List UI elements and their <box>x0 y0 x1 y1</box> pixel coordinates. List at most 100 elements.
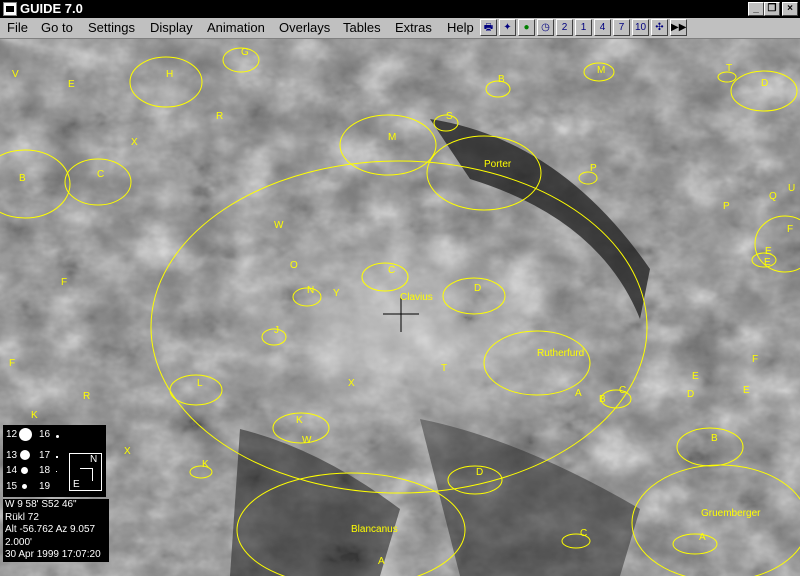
map-canvas[interactable]: Clavius Porter Rutherfurd Blancanus Grue… <box>0 39 800 576</box>
legend-dot-13 <box>20 450 30 460</box>
menu-animation[interactable]: Animation <box>207 20 265 35</box>
menu-goto[interactable]: Go to <box>41 20 73 35</box>
label-crater-e: E <box>743 385 750 396</box>
menu-extras[interactable]: Extras <box>395 20 432 35</box>
label-blancanus: Blancanus <box>351 524 398 535</box>
field-of-view: 2.000' <box>5 536 32 548</box>
lunar-map-view[interactable]: Clavius Porter Rutherfurd Blancanus Grue… <box>0 39 800 576</box>
label-crater-y: Y <box>333 288 340 299</box>
title-bar: GUIDE 7.0 _ ❐ × <box>0 0 800 18</box>
label-crater-a: A <box>699 532 706 543</box>
label-crater-g: G <box>241 47 249 58</box>
label-crater-k: K <box>202 459 209 470</box>
date-time: 30 Apr 1999 17:07:20 <box>5 549 101 560</box>
menu-file[interactable]: File <box>7 20 28 35</box>
label-crater-b: B <box>599 394 606 405</box>
label-rutherfurd: Rutherfurd <box>537 348 584 359</box>
planet-icon[interactable]: ● <box>518 19 535 36</box>
label-crater-f: F <box>61 277 67 288</box>
label-crater-m: M <box>388 132 396 143</box>
label-crater-e: E <box>765 246 772 257</box>
legend-mag-17: 17 <box>39 450 51 461</box>
legend-mag-12: 12 <box>6 429 18 440</box>
label-crater-s: S <box>446 111 453 122</box>
label-crater-n: N <box>307 285 314 296</box>
label-porter: Porter <box>484 159 512 170</box>
legend-dot-12 <box>19 428 32 441</box>
label-crater-e: E <box>692 371 699 382</box>
label-crater-h: H <box>166 69 173 80</box>
label-crater-w: W <box>274 220 284 231</box>
minimize-button[interactable]: _ <box>748 2 764 16</box>
label-crater-w: W <box>302 435 312 446</box>
legend-dot-15 <box>22 484 27 489</box>
zoom-10-icon[interactable]: 10 <box>632 19 649 36</box>
magnitude-legend: 12 16 13 17 14 18 15 19 N E <box>3 425 106 497</box>
label-crater-c: C <box>388 265 395 276</box>
zoom-1-icon[interactable]: 1 <box>575 19 592 36</box>
label-crater-u: U <box>788 183 795 194</box>
label-crater-m: M <box>597 65 605 76</box>
label-crater-j: J <box>274 325 279 336</box>
menu-tables[interactable]: Tables <box>343 20 381 35</box>
label-crater-k: K <box>31 410 38 421</box>
clavius-floor <box>200 209 600 449</box>
label-crater-o: O <box>290 260 298 271</box>
label-crater-r: R <box>216 111 223 122</box>
zoom-7-icon[interactable]: 7 <box>613 19 630 36</box>
label-crater-b: B <box>711 433 718 444</box>
label-crater-x: X <box>348 378 355 389</box>
label-crater-d: D <box>687 389 694 400</box>
menu-overlays[interactable]: Overlays <box>279 20 330 35</box>
label-crater-t: T <box>726 63 732 74</box>
label-crater-x: X <box>131 137 138 148</box>
label-crater-d: D <box>476 467 483 478</box>
restore-button[interactable]: ❐ <box>764 2 780 16</box>
label-gruemberger: Gruemberger <box>701 508 761 519</box>
legend-mag-19: 19 <box>39 481 51 492</box>
label-crater-c: C <box>619 385 626 396</box>
menu-display[interactable]: Display <box>150 20 193 35</box>
label-crater-p: P <box>590 163 597 174</box>
compass-arrows <box>80 468 93 481</box>
label-crater-e: E <box>764 257 771 268</box>
legend-mag-16: 16 <box>39 429 51 440</box>
grid-icon[interactable]: ✣ <box>651 19 668 36</box>
label-crater-a: A <box>378 556 385 567</box>
label-crater-b: B <box>498 74 505 85</box>
label-crater-a: A <box>575 388 582 399</box>
zoom-4-icon[interactable]: 4 <box>594 19 611 36</box>
label-crater-p: P <box>723 201 730 212</box>
label-crater-b: B <box>19 173 26 184</box>
printer-icon[interactable]: 🖶 <box>480 19 497 36</box>
compass-north-label: N <box>90 454 98 465</box>
legend-dot-14 <box>21 467 28 474</box>
zoom-2-icon[interactable]: 2 <box>556 19 573 36</box>
fast-forward-icon[interactable]: ▶▶ <box>670 19 687 36</box>
legend-mag-14: 14 <box>6 465 18 476</box>
label-crater-c: C <box>580 528 587 539</box>
star-map-icon[interactable]: ✦ <box>499 19 516 36</box>
label-crater-f: F <box>787 224 793 235</box>
menu-help[interactable]: Help <box>447 20 474 35</box>
label-crater-q: Q <box>769 191 777 202</box>
clock-icon[interactable]: ◷ <box>537 19 554 36</box>
label-crater-f: F <box>752 354 758 365</box>
menu-settings[interactable]: Settings <box>88 20 135 35</box>
close-button[interactable]: × <box>782 2 798 16</box>
label-crater-r: R <box>83 391 90 402</box>
label-crater-l: L <box>197 378 203 389</box>
cursor-position: W 9 58' S52 46" <box>5 499 77 510</box>
app-icon[interactable] <box>3 2 17 16</box>
label-crater-d: D <box>761 78 768 89</box>
label-clavius: Clavius <box>400 292 433 303</box>
legend-dot-18 <box>56 471 57 472</box>
legend-dot-16 <box>56 435 59 438</box>
label-crater-f: F <box>9 358 15 369</box>
legend-mag-13: 13 <box>6 450 18 461</box>
label-crater-x: X <box>124 446 131 457</box>
rukl-chart: Rükl 72 <box>5 511 39 523</box>
label-crater-c: C <box>97 169 104 180</box>
label-crater-k: K <box>296 415 303 426</box>
label-crater-e: E <box>68 79 75 90</box>
